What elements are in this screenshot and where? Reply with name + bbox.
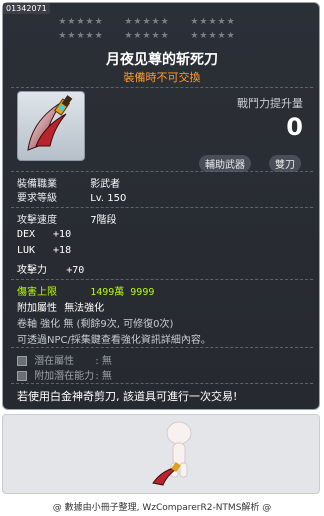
stat-row-dex: DEX +10 (17, 229, 71, 240)
notice-text: 若使用白金神奇剪刀, 該道具可進行一次交易! (17, 390, 238, 403)
npc-info-line: 可透過NPC/採集鍵查看強化資訊詳細內容。 (17, 335, 211, 346)
star-row-1: ★★★★★ ★★★★★ ★★★★★ (3, 17, 321, 31)
divider (11, 383, 313, 384)
divider (11, 347, 313, 348)
combat-power-value: 0 (286, 113, 303, 141)
character-preview-image (152, 421, 192, 486)
add-potential-value: : 無 (95, 371, 112, 382)
scroll-line: 卷軸 強化 無 (剩餘9次, 可修復0次) (17, 319, 174, 330)
tag-secondary-weapon: 輔助武器 (199, 155, 251, 172)
combat-power-label: 戰鬥力提升量 (237, 97, 303, 110)
divider (11, 171, 313, 172)
level-label: 要求等級 (17, 193, 57, 204)
potential-checkbox-icon (17, 356, 27, 366)
star-group: ★★★★★ (190, 31, 236, 41)
footer-credit: @ 數據由小冊子整理, WzComparerR2-NTMS解析 @ (52, 503, 272, 513)
extra-attr-label: 附加屬性 (17, 303, 57, 314)
katara-weapon-icon (27, 95, 73, 151)
potential-value: : 無 (95, 356, 112, 367)
stat-row-attack: 攻擊力 +70 (17, 261, 84, 276)
add-potential-row: 附加潛在能力 : 無 (17, 367, 112, 382)
item-title: 月夜见尊的斩死刀 (106, 52, 218, 68)
divider (11, 279, 313, 280)
divider (11, 207, 313, 208)
star-group: ★★★★★ (58, 31, 104, 41)
star-row-2: ★★★★★ ★★★★★ ★★★★★ (3, 31, 321, 45)
damage-cap-value: 1499萬 9999 (90, 287, 155, 298)
stat-label: 攻擊力 (17, 265, 47, 276)
stat-row-luk: LUK +18 (17, 245, 71, 256)
trade-restriction-text: 裝備時不可交換 (123, 71, 201, 84)
speed-label: 攻擊速度 (17, 215, 57, 226)
item-id-badge: 01342071 (3, 3, 50, 14)
divider (11, 87, 313, 88)
star-group: ★★★★★ (124, 31, 170, 41)
potential-row: 潛在屬性 : 無 (17, 352, 112, 367)
item-tooltip-panel: 01342071 ★★★★★ ★★★★★ ★★★★★ ★★★★★ ★★★★★ ★… (2, 2, 320, 410)
level-row: 要求等級 Lv. 150 (17, 189, 126, 204)
stat-value: +70 (66, 265, 85, 276)
speed-value: 7階段 (90, 215, 117, 226)
tag-dual-blade: 雙刀 (269, 155, 301, 172)
add-potential-label: 附加潛在能力 (34, 371, 95, 382)
potential-label: 潛在屬性 (34, 356, 75, 367)
add-potential-checkbox-icon (17, 371, 27, 381)
job-label: 裝備職業 (17, 179, 57, 190)
stat-value: +18 (53, 245, 72, 256)
avatar-preview-box (2, 414, 320, 494)
star-group: ★★★★★ (190, 17, 236, 27)
stat-label: DEX (17, 229, 36, 240)
speed-row: 攻擊速度 7階段 (17, 211, 117, 226)
job-row: 裝備職業 影武者 (17, 175, 120, 190)
item-icon-frame (17, 91, 85, 161)
stat-value: +10 (53, 229, 72, 240)
level-value: Lv. 150 (90, 193, 127, 204)
extra-attr-row: 附加屬性 無法強化 (17, 299, 104, 314)
damage-cap-row: 傷害上限 1499萬 9999 (17, 283, 154, 298)
star-group: ★★★★★ (124, 17, 170, 27)
stat-label: LUK (17, 245, 36, 256)
damage-cap-label: 傷害上限 (17, 287, 57, 298)
star-group: ★★★★★ (58, 17, 104, 27)
extra-attr-value: 無法強化 (64, 303, 105, 314)
